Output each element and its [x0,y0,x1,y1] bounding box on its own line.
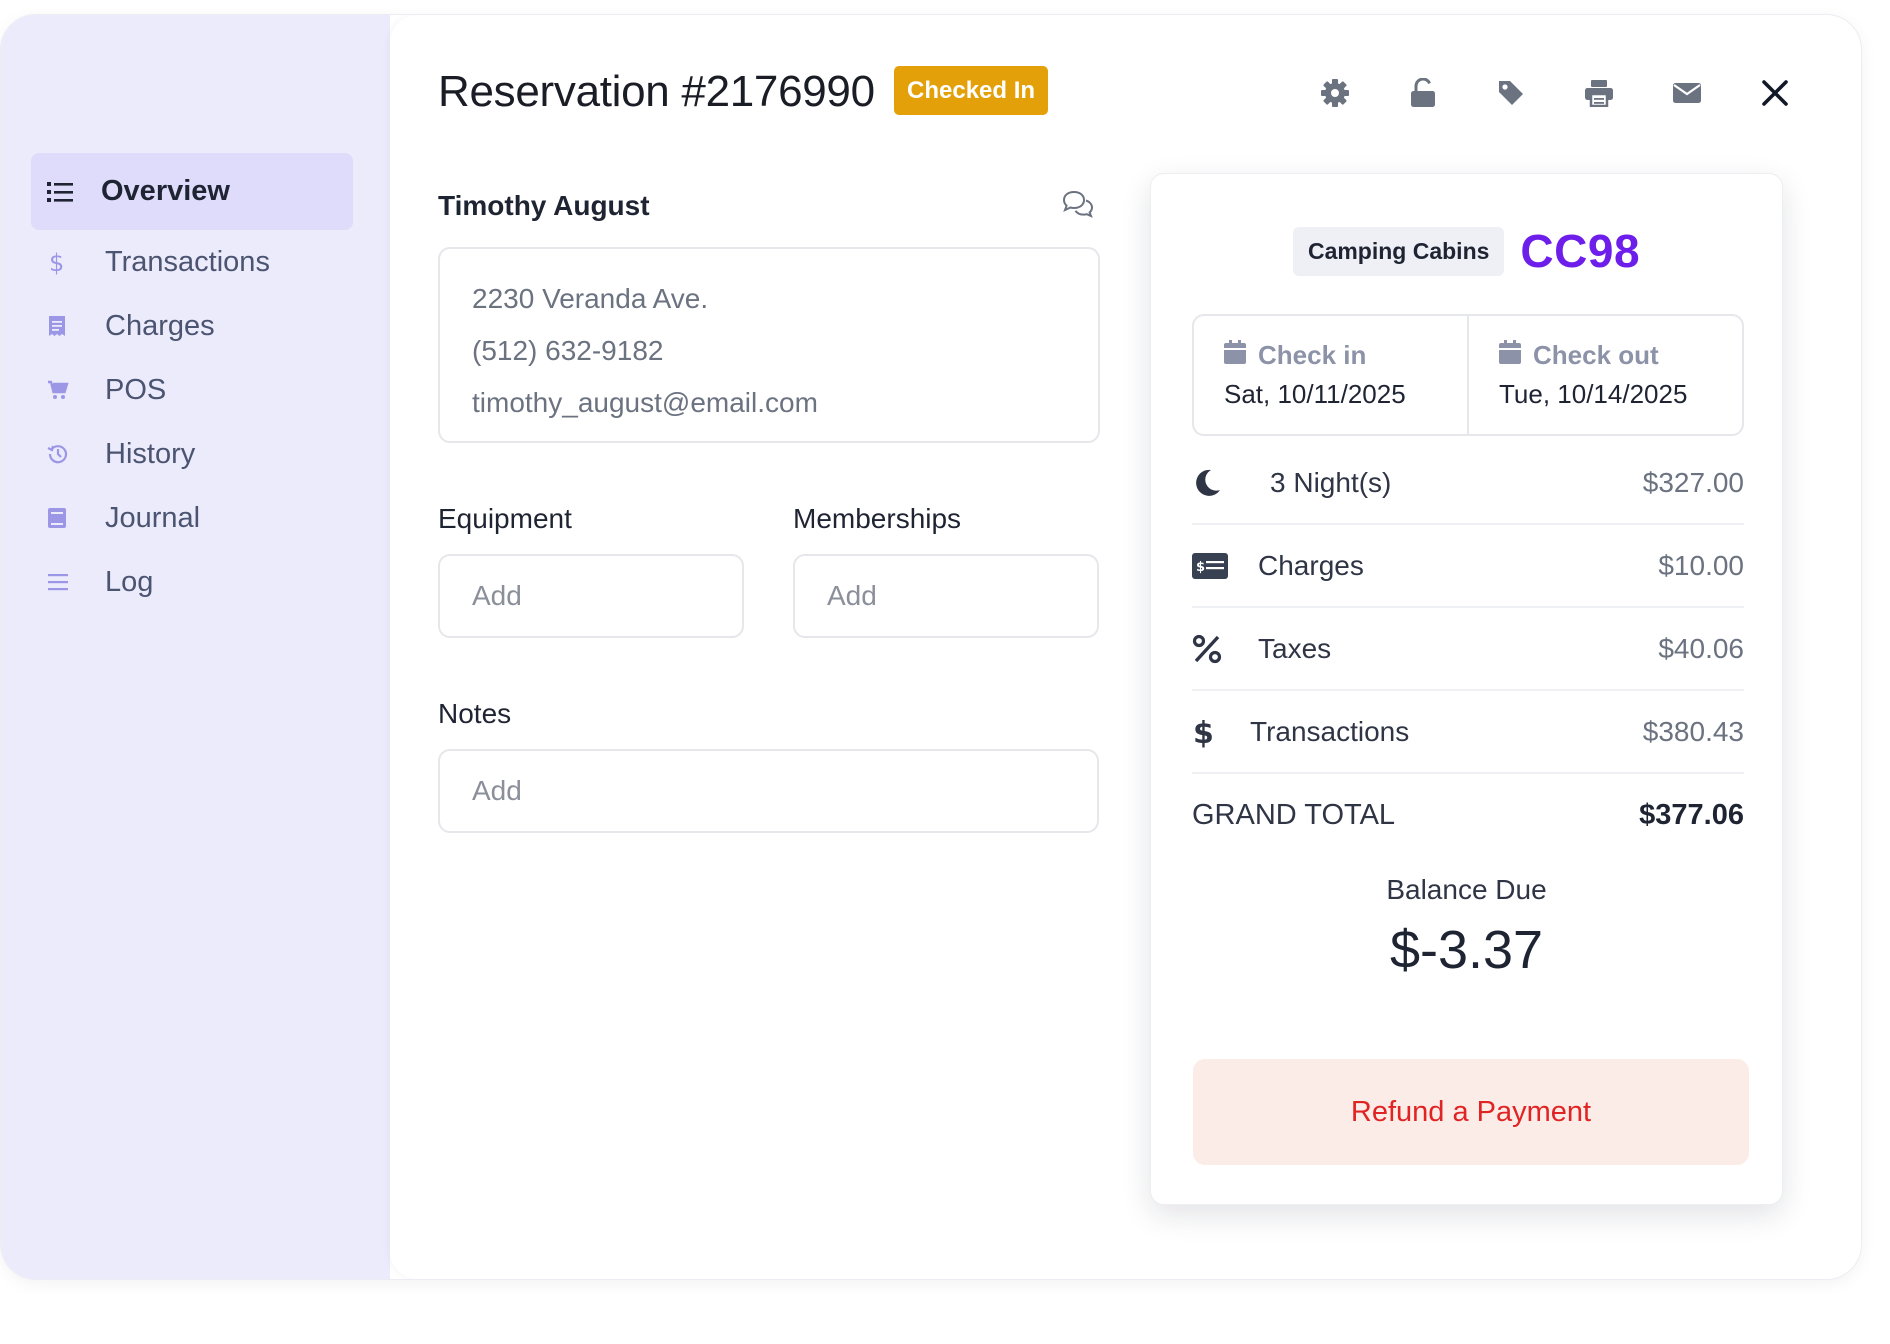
sidebar-item-pos[interactable]: POS [31,358,353,422]
settings-button[interactable] [1315,73,1355,113]
sidebar-item-label: Log [105,565,154,598]
history-icon [47,443,83,465]
percent-icon [1192,634,1258,664]
guest-email: timothy_august@email.com [472,387,818,418]
memberships-label: Memberships [793,503,962,534]
unlock-button[interactable] [1403,73,1443,113]
line-charges: $ Charges $10.00 [1192,525,1744,608]
sidebar: Overview $ Transactions Charges POS Hist… [1,15,390,1279]
sidebar-item-log[interactable]: Log [31,550,353,614]
sidebar-item-label: History [105,437,196,470]
sidebar-item-overview[interactable]: Overview [31,153,353,230]
toolbar [1267,73,1795,113]
page-title: Reservation #2176990 [438,67,875,116]
line-nights: 3 Night(s) $327.00 [1192,442,1744,525]
balance-due-value: $-3.37 [1389,920,1544,980]
line-label: 3 Night(s) [1270,466,1392,498]
guest-name: Timothy August [438,190,650,221]
sidebar-item-label: Overview [101,175,230,207]
line-value: $40.06 [1658,632,1744,664]
equipment-label: Equipment [438,503,572,534]
bill-icon: $ [1192,552,1258,579]
chat-bubbles-icon [1062,190,1094,218]
refund-label: Refund a Payment [1350,1095,1592,1128]
reservation-window: Overview $ Transactions Charges POS Hist… [0,14,1862,1280]
balance-due-label: Balance Due [1386,874,1547,905]
gear-icon [1321,79,1349,107]
sidebar-item-label: Transactions [105,245,270,278]
reservation-summary-card: Camping Cabins CC98 Check in Sat, 10/11/… [1150,173,1783,1205]
line-label: Transactions [1250,715,1410,747]
dollar-icon: $ [1192,716,1250,748]
refund-payment-button[interactable]: Refund a Payment [1193,1059,1749,1165]
notes-label: Notes [438,698,512,729]
site-code: CC98 [1520,225,1641,277]
check-out-date: Tue, 10/14/2025 [1499,379,1688,409]
stay-dates: Check in Sat, 10/11/2025 Check out Tue, … [1192,314,1744,436]
svg-text:$: $ [49,249,64,275]
grand-total-row: GRAND TOTAL $377.06 [1192,774,1744,856]
tag-icon [1499,81,1523,105]
sidebar-item-journal[interactable]: Journal [31,486,353,550]
envelope-icon [1673,83,1701,103]
close-icon [1762,80,1788,106]
unlock-icon [1411,78,1435,107]
list-icon [47,181,83,203]
contact-info-box: 2230 Veranda Ave. (512) 632-9182 timothy… [438,247,1100,443]
check-out-block: Check out Tue, 10/14/2025 [1467,316,1742,434]
sidebar-item-charges[interactable]: Charges [31,294,353,358]
print-button[interactable] [1579,73,1619,113]
book-icon [47,507,83,529]
line-label: Charges [1258,549,1364,581]
svg-text:$: $ [1196,560,1205,575]
grand-total-value: $377.06 [1639,798,1744,831]
moon-icon [1192,468,1270,498]
sidebar-nav: Overview $ Transactions Charges POS Hist… [31,153,353,614]
line-value: $10.00 [1658,549,1744,581]
calendar-icon [1224,340,1246,371]
lines-icon [47,573,83,591]
check-in-block: Check in Sat, 10/11/2025 [1194,316,1467,434]
notes-add-field[interactable]: Add [438,749,1099,833]
printer-icon [1585,80,1613,107]
status-badge: Checked In [894,66,1049,115]
dollar-icon: $ [47,249,83,275]
equipment-add-field[interactable]: Add [438,554,744,638]
line-transactions: $ Transactions $380.43 [1192,691,1744,774]
main-panel: Reservation #2176990 Checked In Timothy … [390,15,1861,1279]
memberships-add-field[interactable]: Add [793,554,1099,638]
sidebar-item-transactions[interactable]: $ Transactions [31,230,353,294]
cart-icon [47,380,83,400]
close-button[interactable] [1755,73,1795,113]
sidebar-item-label: Journal [105,501,201,534]
charge-lines: 3 Night(s) $327.00 $ Charges $10.00 Taxe… [1192,442,1744,856]
line-taxes: Taxes $40.06 [1192,608,1744,691]
sidebar-item-history[interactable]: History [31,422,353,486]
grand-total-label: GRAND TOTAL [1192,798,1396,831]
tag-button[interactable] [1491,73,1531,113]
receipt-icon [47,315,83,337]
guest-address: 2230 Veranda Ave. [472,283,709,314]
svg-text:$: $ [1193,716,1214,748]
check-out-label: Check out [1533,340,1659,370]
guest-phone: (512) 632-9182 [472,335,664,366]
line-label: Taxes [1258,632,1332,664]
notes-placeholder: Add [472,775,522,806]
check-in-date: Sat, 10/11/2025 [1224,379,1406,409]
site-info: Camping Cabins CC98 [1151,224,1782,278]
chat-button[interactable] [1062,189,1094,224]
line-value: $380.43 [1642,715,1744,747]
sidebar-item-label: POS [105,373,167,406]
memberships-placeholder: Add [827,580,877,611]
line-value: $327.00 [1642,466,1744,498]
sidebar-item-label: Charges [105,309,215,342]
email-button[interactable] [1667,73,1707,113]
equipment-placeholder: Add [472,580,522,611]
site-category-badge: Camping Cabins [1292,226,1505,276]
calendar-icon [1499,340,1521,371]
check-in-label: Check in [1258,340,1367,370]
